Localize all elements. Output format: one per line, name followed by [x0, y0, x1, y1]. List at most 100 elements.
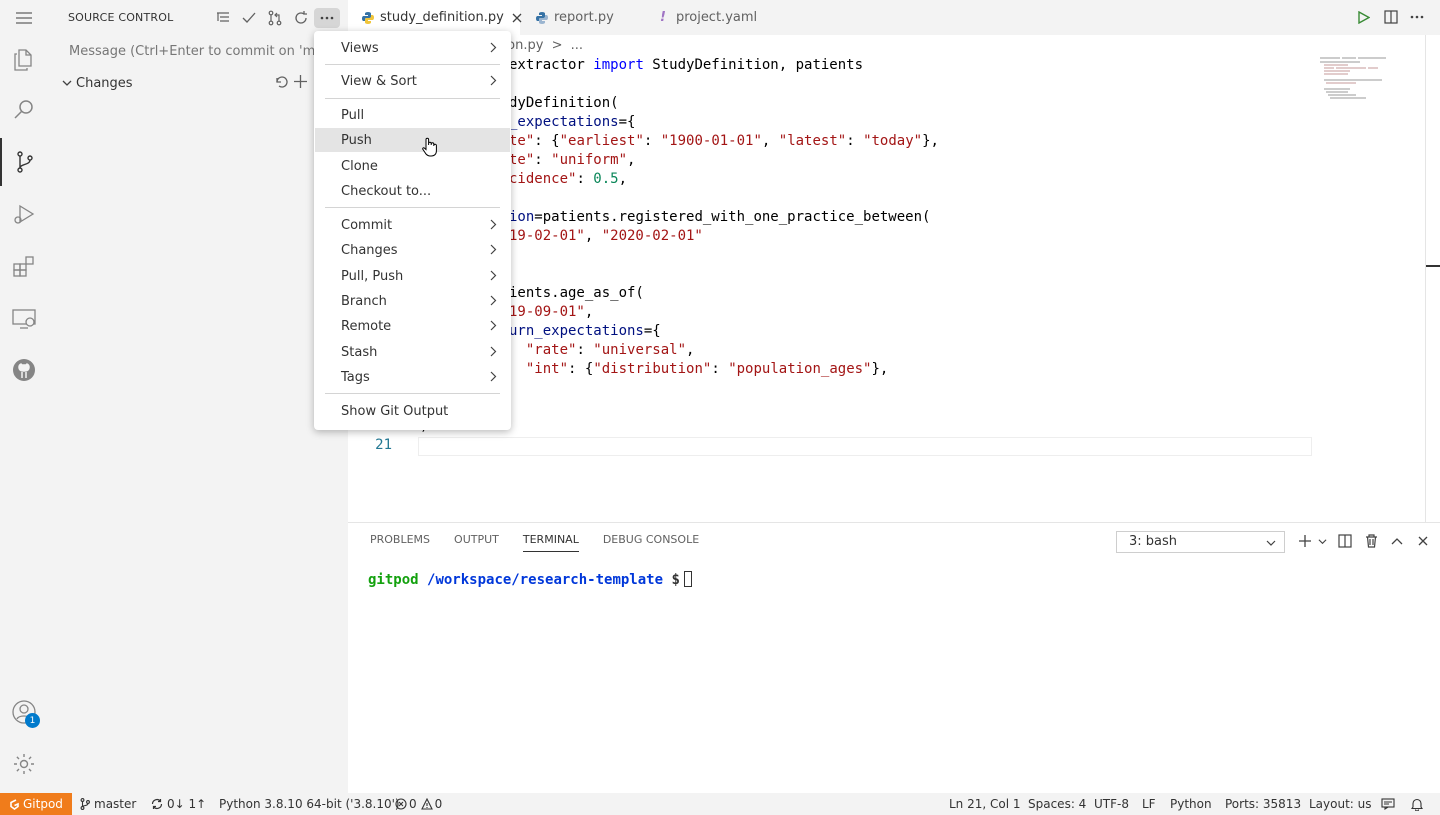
run-python-file-icon[interactable]	[1358, 11, 1370, 24]
remote-explorer-icon[interactable]	[0, 294, 48, 342]
split-terminal-icon[interactable]	[1332, 531, 1358, 551]
commit-check-icon[interactable]	[236, 8, 262, 28]
maximize-panel-icon[interactable]	[1384, 531, 1410, 551]
chevron-down-icon[interactable]	[62, 78, 72, 88]
create-pull-request-icon[interactable]	[262, 8, 288, 28]
discard-all-icon[interactable]	[274, 75, 288, 89]
changes-group[interactable]: Changes	[48, 73, 348, 93]
terminal-output[interactable]: gitpod /workspace/research-template $	[368, 571, 692, 588]
new-terminal-plus-icon[interactable]	[1292, 531, 1318, 551]
code-line[interactable]: dyDefinition(	[509, 94, 619, 113]
menu-item-push[interactable]: Push	[315, 128, 510, 152]
menu-item-views[interactable]: Views	[315, 36, 510, 60]
menu-item-label: Show Git Output	[341, 403, 449, 419]
commit-message-input[interactable]: Message (Ctrl+Enter to commit on 'master…	[60, 42, 342, 64]
menu-item-show-git-output[interactable]: Show Git Output	[315, 399, 510, 423]
scrollbar-track[interactable]	[1425, 35, 1426, 522]
hand-cursor-icon	[421, 137, 439, 157]
code-line[interactable]: 19-02-01", "2020-02-01"	[509, 227, 703, 246]
view-as-tree-icon[interactable]	[210, 8, 236, 28]
trash-icon[interactable]	[1358, 531, 1384, 551]
menu-item-clone[interactable]: Clone	[315, 154, 510, 178]
code-token: extractor	[509, 57, 594, 73]
code-line[interactable]: _expectations={	[509, 113, 635, 132]
feedback-icon[interactable]	[1381, 793, 1395, 815]
branch-status[interactable]: master	[80, 793, 136, 815]
accounts-icon[interactable]	[0, 688, 48, 736]
language-status[interactable]: Python	[1170, 793, 1212, 815]
tab-label: report.py	[554, 10, 614, 25]
code-line[interactable]: ion=patients.registered_with_one_practic…	[509, 208, 930, 227]
github-icon[interactable]	[0, 346, 48, 394]
menu-item-pull[interactable]: Pull	[315, 103, 510, 127]
prompt-symbol: $	[671, 572, 680, 588]
search-icon[interactable]	[0, 86, 48, 134]
tab-project-yaml[interactable]: ! project.yaml	[644, 0, 774, 35]
chevron-right-icon	[490, 270, 497, 281]
python-interpreter-status[interactable]: Python 3.8.10 64-bit ('3.8.10')	[219, 793, 400, 815]
prompt-user: gitpod	[368, 572, 419, 588]
chevron-down-icon	[1266, 538, 1276, 548]
split-editor-icon[interactable]	[1384, 10, 1398, 24]
explorer-icon[interactable]	[0, 36, 48, 84]
menu-item-checkout-to[interactable]: Checkout to...	[315, 179, 510, 203]
settings-gear-icon[interactable]	[0, 740, 48, 788]
minimap[interactable]	[1318, 55, 1426, 100]
notifications-bell-icon[interactable]	[1411, 793, 1423, 815]
code-token: :	[711, 361, 729, 377]
code-line[interactable]: ients.age_as_of(	[509, 284, 644, 303]
keyboard-layout-status[interactable]: Layout: us	[1309, 793, 1372, 815]
tab-report[interactable]: report.py	[520, 0, 644, 35]
problems-status[interactable]: 0 0	[395, 793, 442, 815]
code-line[interactable]: urn_expectations={	[509, 322, 661, 341]
tab-debug-console[interactable]: DEBUG CONSOLE	[603, 533, 699, 552]
extensions-icon[interactable]	[0, 242, 48, 290]
tab-study-definition[interactable]: study_definition.py	[348, 0, 522, 35]
menu-item-view-sort[interactable]: View & Sort	[315, 69, 510, 93]
code-line[interactable]: te": {"earliest": "1900-01-01", "latest"…	[509, 132, 939, 151]
menu-item-branch[interactable]: Branch	[315, 289, 510, 313]
yaml-icon: !	[660, 10, 666, 25]
tab-problems[interactable]: PROBLEMS	[370, 533, 430, 552]
menu-item-stash[interactable]: Stash	[315, 340, 510, 364]
encoding-status[interactable]: UTF-8	[1094, 793, 1129, 815]
code-line[interactable]: extractor import StudyDefinition, patien…	[509, 56, 863, 75]
ports-status[interactable]: Ports: 35813	[1225, 793, 1301, 815]
stage-all-plus-icon[interactable]	[293, 74, 308, 89]
code-token: },	[871, 361, 889, 377]
code-token: 19-02-01"	[509, 228, 585, 244]
menu-item-commit[interactable]: Commit	[315, 213, 510, 237]
chevron-down-icon[interactable]	[1318, 531, 1332, 551]
code-line[interactable]: 19-09-01",	[509, 303, 593, 322]
panel-tabs: PROBLEMS OUTPUT TERMINAL DEBUG CONSOLE	[370, 533, 723, 552]
eol-status[interactable]: LF	[1142, 793, 1156, 815]
terminal-select[interactable]: 3: bash	[1116, 531, 1285, 553]
menu-item-label: Remote	[341, 318, 392, 334]
code-line[interactable]: "int": {"distribution": "population_ages…	[509, 360, 888, 379]
editor-more-icon[interactable]	[1410, 15, 1424, 19]
code-line[interactable]: cidence": 0.5,	[509, 170, 627, 189]
code-line[interactable]: te": "uniform",	[509, 151, 635, 170]
code-token: "1900-01-01"	[660, 133, 762, 149]
menu-item-pull-push[interactable]: Pull, Push	[315, 264, 510, 288]
sync-status[interactable]: 0↓ 1↑	[151, 793, 206, 815]
gitpod-status[interactable]: Gitpod	[0, 793, 72, 815]
tab-terminal[interactable]: TERMINAL	[522, 533, 579, 552]
menu-item-remote[interactable]: Remote	[315, 314, 510, 338]
cursor-position-status[interactable]: Ln 21, Col 1	[949, 793, 1021, 815]
code-line[interactable]: "rate": "universal",	[509, 341, 695, 360]
sidebar-title: SOURCE CONTROL	[68, 11, 174, 24]
tab-output[interactable]: OUTPUT	[454, 533, 499, 552]
sync-label: 0↓ 1↑	[167, 797, 207, 811]
run-debug-icon[interactable]	[0, 190, 48, 238]
close-panel-icon[interactable]	[1410, 531, 1436, 551]
indentation-status[interactable]: Spaces: 4	[1028, 793, 1086, 815]
refresh-icon[interactable]	[288, 8, 314, 28]
breadcrumb-more[interactable]: ...	[571, 38, 583, 53]
menu-item-tags[interactable]: Tags	[315, 365, 510, 389]
menu-item-changes[interactable]: Changes	[315, 238, 510, 262]
more-actions-icon[interactable]	[314, 8, 340, 28]
menu-icon[interactable]	[0, 0, 48, 36]
code-editor[interactable]: inition.py > ... extractor import StudyD…	[348, 35, 1440, 522]
source-control-icon[interactable]	[0, 138, 48, 186]
